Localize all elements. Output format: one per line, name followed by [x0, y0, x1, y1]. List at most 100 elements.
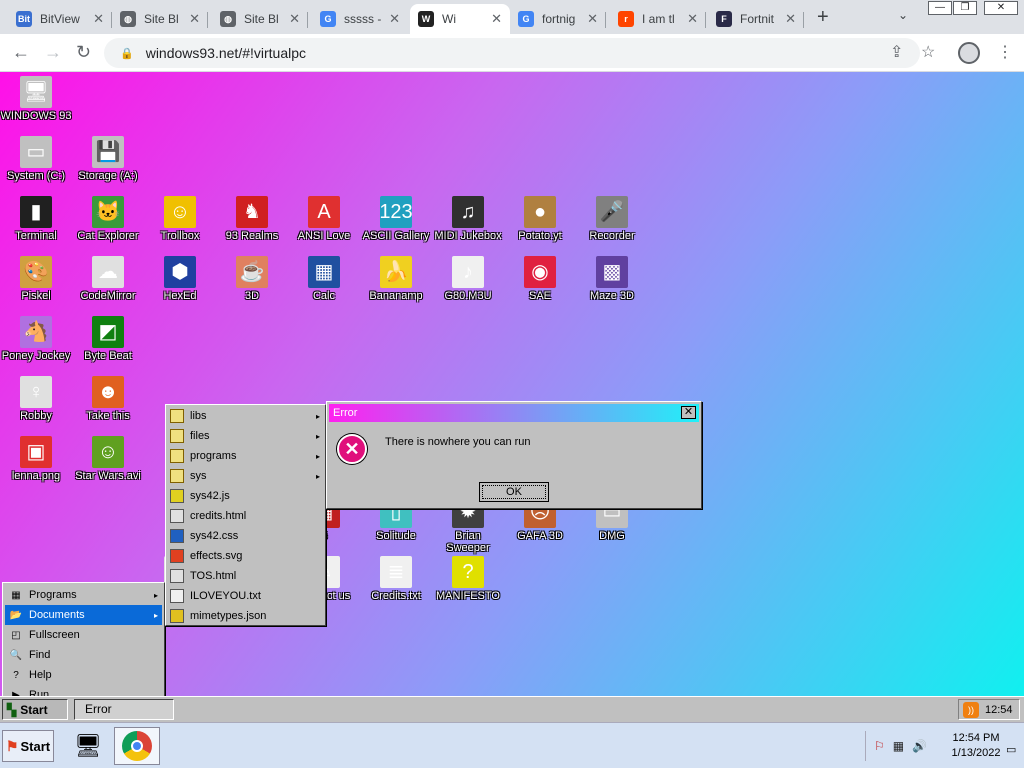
documents-item-libs[interactable]: libs ▸ — [167, 406, 324, 426]
desktop-icon-star-wars-avi[interactable]: ☺ Star Wars.avi — [72, 436, 144, 482]
minimize-button[interactable]: — — [928, 1, 952, 15]
close-icon[interactable]: ✕ — [681, 406, 696, 419]
tab-close-icon[interactable]: ✕ — [491, 11, 502, 27]
action-center-icon[interactable]: ⚐ — [874, 739, 885, 753]
desktop-icon-g80-m3u[interactable]: ♪ G80.M3U — [432, 256, 504, 302]
start-menu: ▦ Programs ▸ 📂 Documents ▸ ◰ Fullscreen 🔍 Find? He… — [2, 582, 165, 696]
tab-close-icon[interactable]: ✕ — [289, 11, 300, 27]
tab-6[interactable]: r I am tl ✕ — [610, 4, 706, 34]
desktop-icon-poney-jockey[interactable]: 🐴 Poney Jockey — [0, 316, 72, 362]
desktop-icon-potato-yt[interactable]: ● Potato.yt — [504, 196, 576, 242]
network-icon[interactable]: ▦ — [893, 739, 904, 753]
restore-button[interactable]: ❐ — [953, 1, 977, 15]
documents-item-programs[interactable]: programs ▸ — [167, 446, 324, 466]
ok-button[interactable]: OK — [479, 482, 549, 502]
desktop-icon-calc[interactable]: ▦ Calc — [288, 256, 360, 302]
win93-start-button[interactable]: ▚ Start — [2, 699, 68, 720]
tab-close-icon[interactable]: ✕ — [389, 11, 400, 27]
desktop-icon-hexed[interactable]: ⬢ HexEd — [144, 256, 216, 302]
icon-label: Poney Jockey — [1, 350, 71, 362]
documents-item-iloveyou-txt[interactable]: ILOVEYOU.txt — [167, 586, 324, 606]
tab-close-icon[interactable]: ✕ — [587, 11, 598, 27]
documents-item-sys[interactable]: sys ▸ — [167, 466, 324, 486]
documents-item-files[interactable]: files ▸ — [167, 426, 324, 446]
rss-icon[interactable]: )) — [963, 701, 979, 718]
documents-item-label: libs — [190, 410, 207, 422]
profile-avatar[interactable] — [958, 42, 980, 64]
tab-close-icon[interactable]: ✕ — [687, 11, 698, 27]
desktop-icon-windows-93[interactable]: 🖥 WINDOWS 93 — [0, 76, 72, 122]
desktop-icon-codemirror[interactable]: ☁ CodeMirror — [72, 256, 144, 302]
tab-close-icon[interactable]: ✕ — [189, 11, 200, 27]
reload-icon[interactable]: ↻ — [76, 42, 91, 63]
desktop-icon-take-this[interactable]: ☻ Take this — [72, 376, 144, 422]
tab-0[interactable]: Bit BitView ✕ — [8, 4, 112, 34]
forward-icon[interactable]: → — [44, 42, 62, 63]
tab-close-icon[interactable]: ✕ — [93, 11, 104, 27]
more-menu-icon[interactable]: ⋮ — [997, 42, 1013, 62]
documents-item-mimetypes-json[interactable]: mimetypes.json — [167, 606, 324, 626]
tab-3[interactable]: Gsssss - ✕ — [312, 4, 408, 34]
address-bar[interactable]: 🔒 windows93.net/#!virtualpc — [104, 38, 920, 68]
desktop-icon-ascii-gallery[interactable]: 123 ASCII Gallery — [360, 196, 432, 242]
desktop-icon-3d[interactable]: ☕ 3D — [216, 256, 288, 302]
desktop-icon-93-realms[interactable]: ♞ 93 Realms — [216, 196, 288, 242]
menu-item-icon: ? — [13, 669, 19, 681]
start-menu-item-programs[interactable]: ▦ Programs ▸ — [5, 585, 162, 605]
tab-close-icon[interactable]: ✕ — [785, 11, 796, 27]
desktop-icon-robby[interactable]: ♀ Robby — [0, 376, 72, 422]
desktop-icon-cat-explorer[interactable]: 🐱 Cat Explorer — [72, 196, 144, 242]
desktop-icon-lenna-png[interactable]: ▣ lenna.png — [0, 436, 72, 482]
host-start-button[interactable]: ⚑ Start — [2, 730, 54, 762]
tab-5[interactable]: Gfortnig ✕ — [510, 4, 606, 34]
start-menu-item-find[interactable]: 🔍 Find — [5, 645, 162, 665]
tab-4[interactable]: W Wi ✕ — [410, 4, 510, 34]
chrome-taskbar-button[interactable] — [114, 727, 160, 765]
show-desktop-icon[interactable]: ▭ — [1006, 743, 1016, 756]
error-dialog-titlebar[interactable]: Error ✕ — [329, 404, 699, 422]
documents-item-sys42-js[interactable]: sys42.js — [167, 486, 324, 506]
share-icon[interactable]: ⇪ — [890, 42, 903, 62]
taskbar-item-error[interactable]: Error — [74, 699, 174, 720]
desktop-icon-manifesto[interactable]: ? MANIFESTO — [432, 556, 504, 602]
host-clock[interactable]: 12:54 PM 1/13/2022 — [948, 731, 1004, 761]
app-icon: ☻ — [92, 376, 124, 408]
desktop-icon-ansi-love[interactable]: A ANSI Love — [288, 196, 360, 242]
tab-search-button[interactable]: ⌄ — [898, 8, 908, 22]
desktop-icon-recorder[interactable]: 🎤 Recorder — [576, 196, 648, 242]
start-menu-item-fullscreen[interactable]: ◰ Fullscreen — [5, 625, 162, 645]
documents-item-credits-html[interactable]: credits.html — [167, 506, 324, 526]
desktop-icon-midi-jukebox[interactable]: ♫ MIDI Jukebox — [432, 196, 504, 242]
documents-item-sys42-css[interactable]: sys42.css — [167, 526, 324, 546]
menu-item-label: Run... — [29, 689, 59, 696]
start-menu-item-run[interactable]: ▶ Run... — [5, 685, 162, 696]
new-tab-button[interactable]: + — [817, 6, 829, 29]
desktop-icon-system-c[interactable]: ▭ System (C:) — [0, 136, 72, 182]
bookmark-star-icon[interactable]: ☆ — [921, 42, 935, 62]
desktop-icon-sae[interactable]: ◉ SAE — [504, 256, 576, 302]
desktop-icon-piskel[interactable]: 🎨 Piskel — [0, 256, 72, 302]
desktop-icon-storage-a[interactable]: 💾 Storage (A:) — [72, 136, 144, 182]
desktop-icon-credits-txt[interactable]: ≣ Credits.txt — [360, 556, 432, 602]
tab-favicon-icon: r — [618, 11, 634, 27]
start-menu-item-help[interactable]: ? Help — [5, 665, 162, 685]
documents-item-effects-svg[interactable]: effects.svg — [167, 546, 324, 566]
desktop-icon-bananamp[interactable]: 🍌 Bananamp — [360, 256, 432, 302]
back-icon[interactable]: ← — [12, 42, 30, 63]
desktop-icon-maze-3d[interactable]: ▩ Maze 3D — [576, 256, 648, 302]
tab-2[interactable]: ◍ Site Bl ✕ — [212, 4, 308, 34]
tab-7[interactable]: F Fortnit ✕ — [708, 4, 804, 34]
start-menu-item-documents[interactable]: 📂 Documents ▸ — [5, 605, 162, 625]
app-icon: 123 — [379, 196, 413, 228]
remote-desktop-icon[interactable]: 🖥 — [70, 729, 106, 763]
close-window-button[interactable]: ✕ — [984, 1, 1018, 15]
app-icon: ☁ — [92, 256, 124, 288]
tab-1[interactable]: ◍ Site Bl ✕ — [112, 4, 208, 34]
desktop-icon-byte-beat[interactable]: ◩ Byte Beat — [72, 316, 144, 362]
volume-icon[interactable]: 🔊 — [912, 739, 927, 753]
menu-item-label: Programs — [29, 589, 77, 601]
documents-item-tos-html[interactable]: TOS.html — [167, 566, 324, 586]
desktop-icon-trollbox[interactable]: ☺ Trollbox — [144, 196, 216, 242]
desktop-icon-terminal[interactable]: ▮ Terminal — [0, 196, 72, 242]
icon-label: Take this — [86, 410, 130, 422]
